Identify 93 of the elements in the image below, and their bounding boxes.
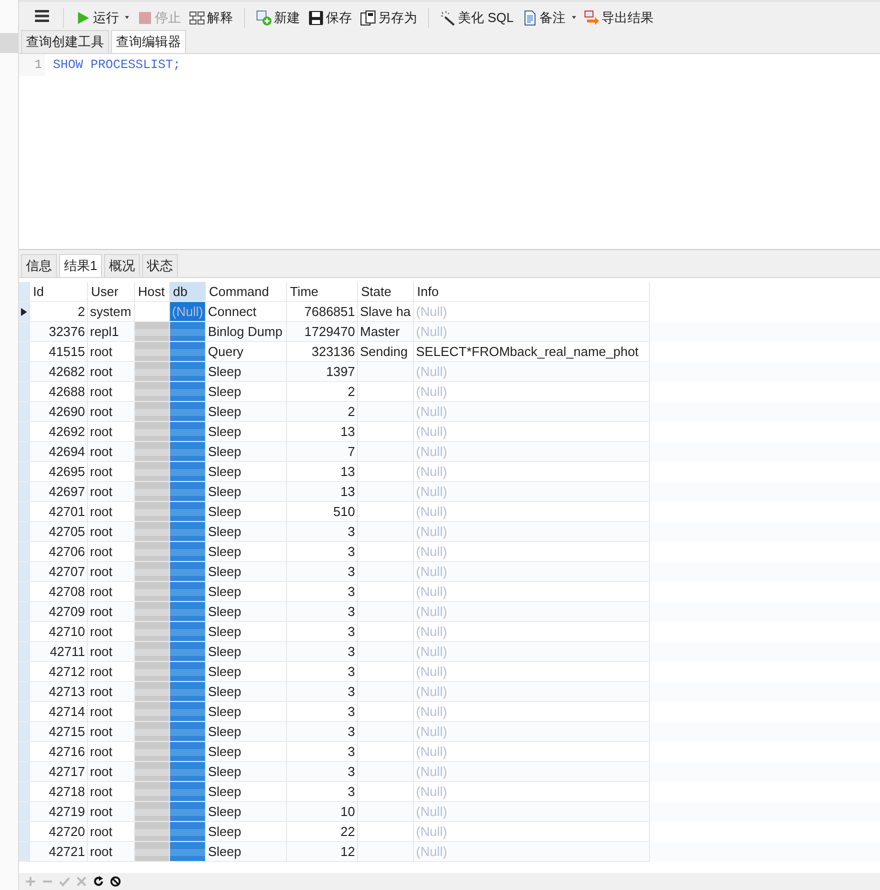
table-cell: 42697: [30, 482, 88, 502]
column-header[interactable]: Info: [414, 282, 650, 302]
run-icon: [75, 10, 91, 26]
new-icon: [256, 10, 272, 26]
table-cell: 3: [287, 602, 358, 622]
result-tab[interactable]: 状态: [142, 254, 178, 277]
table-cell: 12: [287, 842, 358, 862]
table-cell: (Null): [414, 402, 650, 422]
refresh-icon[interactable]: [93, 876, 104, 887]
export-icon: [584, 10, 600, 26]
table-cell: 42690: [30, 402, 88, 422]
table-cell: 3: [287, 762, 358, 782]
table-cell: (Null): [414, 322, 650, 342]
table-cell: 42694: [30, 442, 88, 462]
table-cell: 42721: [30, 842, 88, 862]
column-header[interactable]: Command: [206, 282, 287, 302]
toolbar-button[interactable]: 美化 SQL: [437, 6, 517, 28]
table-cell: 42719: [30, 802, 88, 822]
table-cell: (Null): [414, 682, 650, 702]
table-cell: 1397: [287, 362, 358, 382]
table-cell: 10: [287, 802, 358, 822]
table-cell: 42682: [30, 362, 88, 382]
editor-tab[interactable]: 查询编辑器: [111, 30, 186, 53]
stop-icon: [137, 10, 153, 26]
column-header[interactable]: db: [170, 282, 206, 302]
table-cell: (Null): [414, 442, 650, 462]
table-cell: 3: [287, 562, 358, 582]
column-header[interactable]: Time: [287, 282, 358, 302]
table-cell: 1729470: [287, 322, 358, 342]
table-cell: 3: [287, 682, 358, 702]
result-tab[interactable]: 信息: [21, 254, 57, 277]
table-cell: Sleep: [206, 522, 287, 542]
table-cell: 2: [287, 402, 358, 422]
save-icon: [308, 10, 324, 26]
current-row-icon: [21, 308, 27, 316]
table-cell: 32376: [30, 322, 88, 342]
table-cell: (Null): [414, 602, 650, 622]
result-tab[interactable]: 结果1: [59, 254, 102, 277]
table-cell: (Null): [170, 302, 206, 322]
table-cell: (Null): [414, 522, 650, 542]
table-cell: Sleep: [206, 602, 287, 622]
table-cell: (Null): [414, 642, 650, 662]
table-cell: Sleep: [206, 682, 287, 702]
toolbar-button[interactable]: 运行: [72, 6, 132, 28]
sql-editor[interactable]: 1 SHOW PROCESSLIST;: [19, 53, 880, 249]
table-cell: Sleep: [206, 362, 287, 382]
table-cell: 42705: [30, 522, 88, 542]
save-as-icon: [360, 10, 376, 26]
column-header[interactable]: Id: [30, 282, 88, 302]
column-header[interactable]: State: [358, 282, 414, 302]
note-icon: [522, 10, 538, 26]
table-cell: 42717: [30, 762, 88, 782]
table-cell: (Null): [414, 842, 650, 862]
table-cell: 7: [287, 442, 358, 462]
table-cell: Sleep: [206, 562, 287, 582]
table-cell: Sleep: [206, 642, 287, 662]
table-cell: Sleep: [206, 482, 287, 502]
stop-icon[interactable]: [110, 876, 121, 887]
table-cell: (Null): [414, 802, 650, 822]
table-cell: 42711: [30, 642, 88, 662]
table-cell: 42713: [30, 682, 88, 702]
editor-tab[interactable]: 查询创建工具: [21, 30, 109, 53]
table-cell: 3: [287, 722, 358, 742]
table-cell: (Null): [414, 362, 650, 382]
table-cell: 42709: [30, 602, 88, 622]
table-cell: 42707: [30, 562, 88, 582]
table-cell: Sleep: [206, 402, 287, 422]
toolbar-button[interactable]: 另存为: [357, 6, 420, 28]
table-cell: (Null): [414, 722, 650, 742]
toolbar-button[interactable]: 导出结果: [580, 6, 657, 28]
toolbar-button[interactable]: 备注: [518, 6, 579, 28]
code-line: SHOW PROCESSLIST;: [52, 58, 181, 72]
table-cell: Master: [358, 322, 414, 342]
table-cell: Sleep: [206, 762, 287, 782]
toolbar-button[interactable]: 新建: [253, 6, 303, 28]
line-number: 1: [19, 54, 45, 76]
table-cell: (Null): [414, 562, 650, 582]
table-cell: Sleep: [206, 802, 287, 822]
table-cell: Sleep: [206, 442, 287, 462]
table-cell: Sleep: [206, 842, 287, 862]
table-cell: (Null): [414, 762, 650, 782]
table-cell: 3: [287, 642, 358, 662]
table-cell: Binlog Dump: [206, 322, 287, 342]
toolbar-button[interactable]: 保存: [305, 6, 355, 28]
table-cell: 42715: [30, 722, 88, 742]
table-cell: 3: [287, 522, 358, 542]
toolbar-button[interactable]: 解释: [186, 6, 236, 28]
result-tab[interactable]: 概况: [104, 254, 140, 277]
table-cell: 13: [287, 482, 358, 502]
table-cell: Sleep: [206, 722, 287, 742]
wand-icon: [440, 10, 456, 26]
column-header[interactable]: User: [88, 282, 135, 302]
table-cell: (Null): [414, 482, 650, 502]
